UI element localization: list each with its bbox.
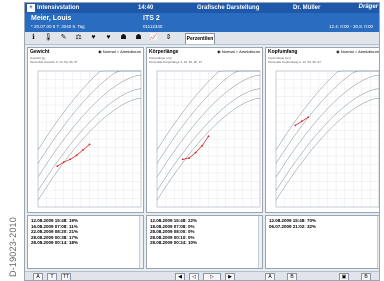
panel-title: Kopfumfang [268,49,298,55]
footer-button[interactable]: TT [61,273,71,280]
footer-button[interactable]: B [361,273,371,280]
patient-data-point [69,158,72,161]
patient-data-point [188,157,191,159]
percentile-chart-koerperlaenge [156,70,261,208]
footer-toolbar: A T TT ◀ ◁ ▷ ▶ A B ▣ B [25,271,379,280]
clock-label: 14:40 [138,5,154,11]
nav-prev-button[interactable]: ◁ [189,273,199,280]
panel-koerperlaenge: Körperlänge ◉ Normal ○ Amnioticum Körper… [146,47,263,213]
lungs-icon[interactable]: ☗ [118,33,129,43]
heart-icon[interactable]: ♥ [88,33,99,43]
patient-data-point [181,158,184,161]
thermometer-icon[interactable]: 🌡 [43,33,54,43]
list-item[interactable]: 28.08.2009 00:14: 18% [31,240,140,246]
document-id-label: D-19023-2010 [0,205,18,281]
patient-data-point [194,151,197,154]
patient-data-point [75,154,78,157]
panel-gewicht: Gewicht ◉ Normal ○ Amnioticum Gewicht (g… [27,47,144,213]
percentile-chart-kopfumfang [275,70,379,208]
legend-line-2: Perzentile Körperlänge 3, 10, 50, 90, 97 [149,60,203,64]
legend-line-2: Perzentile Gewicht 3, 10, 50, 90, 97 [30,60,78,64]
tab-perzentilen[interactable]: Perzentilen [185,33,215,44]
balance-icon[interactable]: ⚖ [73,33,84,43]
brand-logo: Dräger [358,4,378,10]
footer-button[interactable]: B [287,273,297,280]
patient-data-point [300,120,303,123]
document-id-text: D-19023-2010 [8,217,18,277]
toolbar: ℹ 🌡 ✎ ⚖ ♥ ♥ ☗ ☗ 📈 ⇕ Perzentilen [25,32,379,45]
patient-data-point [62,161,65,164]
bed-id: 01112340 [143,24,163,29]
time-range: 12.4. 0:00 - 30.8. 0:00 [328,24,373,29]
scrollbar[interactable] [258,216,262,268]
patient-data-point [88,143,91,146]
patient-data-point [56,165,59,168]
station-label: Intensivstation [37,5,80,11]
legend-line-2: Perzentile Kopfumfang 3, 10, 50, 90, 97 [268,60,321,64]
patient-header: Meier, Louis * 20.07.00 8 T. 3040 6. Tag… [25,13,379,32]
footer-button[interactable]: A [33,273,43,280]
radio-amnio-label: Amnioticum [120,49,141,54]
list-item[interactable]: 06.07.2009 21:02: 32% [269,224,378,230]
panel-title: Gewicht [30,49,50,55]
title-bar: + Intensivstation 14:40 Grafische Darste… [25,3,379,13]
syringe-icon[interactable]: ✎ [58,33,69,43]
nav-first-button[interactable]: ◀ [175,273,185,280]
radio-normal-label: Normal [340,49,354,54]
panel-kopfumfang: Kopfumfang ◉ Normal ○ Amnioticum Kopfumf… [265,47,379,213]
print-button[interactable]: ▣ [339,273,349,280]
patient-data-point [307,116,310,119]
patient-data-point [201,144,203,147]
mode-radio-group[interactable]: ◉ Normal ○ Amnioticum [336,49,379,54]
footer-button[interactable]: T [47,273,57,280]
lungs-outline-icon[interactable]: ☗ [133,33,144,43]
radio-amnio-label: Amnioticum [358,49,379,54]
info-icon[interactable]: ℹ [28,33,39,43]
percentile-chart-gewicht [37,70,142,208]
mode-radio-group[interactable]: ◉ Normal ○ Amnioticum [98,49,141,54]
view-title: Grafische Darstellung [197,5,260,11]
radio-amnio-label: Amnioticum [239,49,260,54]
footer-button[interactable]: A [265,273,275,280]
list-item[interactable]: 28.08.2009 00:24: 10% [150,240,259,246]
history-list-kopfumfang[interactable]: 12.08.2009 15:48: 70% 06.07.2009 21:02: … [265,215,379,269]
growth-icon[interactable]: 📈 [148,33,159,43]
app-window: + Intensivstation 14:40 Grafische Darste… [24,2,380,281]
history-list-koerperlaenge[interactable]: 12.08.2009 15:48: 22% 18.08.2009 07:08: … [146,215,263,269]
radio-normal-label: Normal [221,49,235,54]
ruler-icon[interactable]: ⇕ [163,33,174,43]
patient-details: * 20.07.00 8 T. 3040 6. Tag [31,24,85,29]
bed-label: ITS 2 [143,15,160,22]
history-list-gewicht[interactable]: 12.08.2009 15:48: 19% 16.08.2009 07:08: … [27,215,144,269]
nav-next-button[interactable]: ▷ [203,273,221,280]
patient-data-point [82,148,84,151]
mode-radio-group[interactable]: ◉ Normal ○ Amnioticum [217,49,260,54]
user-label: Dr. Müller [293,5,321,11]
scrollbar[interactable] [377,216,379,268]
panel-title: Körperlänge [149,49,179,55]
patient-data-point [207,135,210,138]
radio-normal-label: Normal [102,49,116,54]
app-menu-icon[interactable]: + [27,4,35,12]
patient-name: Meier, Louis [31,15,72,22]
patient-data-point [294,124,297,127]
heart-outline-icon[interactable]: ♥ [103,33,114,43]
scrollbar[interactable] [139,216,143,268]
nav-last-button[interactable]: ▶ [225,273,235,280]
